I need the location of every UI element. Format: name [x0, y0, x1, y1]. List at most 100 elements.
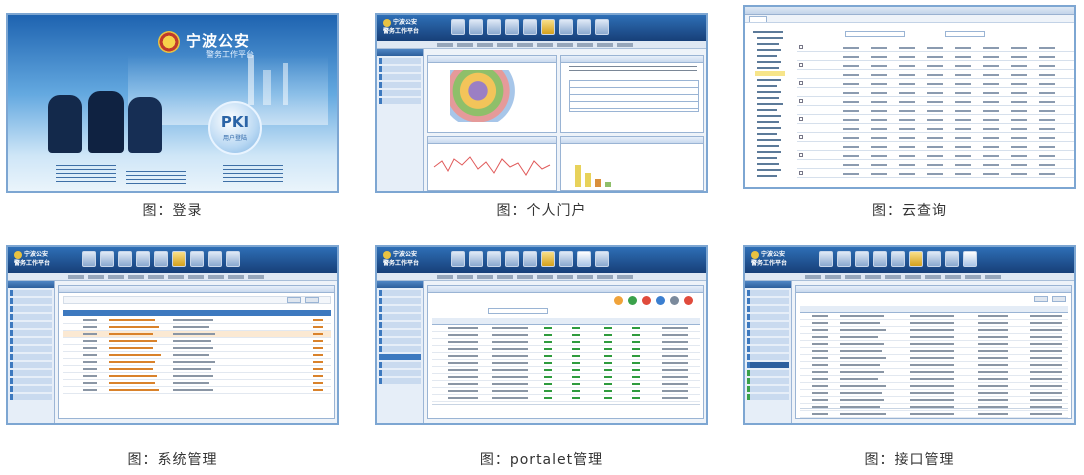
sidebar-item[interactable]: [379, 354, 421, 360]
sidebar-item[interactable]: [747, 330, 789, 336]
checkbox[interactable]: [799, 153, 803, 157]
sidebar-item[interactable]: [379, 98, 421, 104]
sidebar-item[interactable]: [379, 290, 421, 296]
checkbox[interactable]: [799, 99, 803, 103]
table-row[interactable]: [63, 387, 331, 394]
table-row[interactable]: [63, 317, 331, 324]
sidebar-item[interactable]: [379, 58, 421, 64]
toolbar-button[interactable]: [469, 19, 483, 35]
add-button[interactable]: [1052, 296, 1066, 302]
sidebar-item[interactable]: [379, 378, 421, 384]
checkbox[interactable]: [799, 117, 803, 121]
sidebar-item[interactable]: [10, 354, 52, 360]
sidebar-item[interactable]: [747, 298, 789, 304]
sidebar-item[interactable]: [379, 298, 421, 304]
search-button[interactable]: [287, 297, 301, 303]
toolbar-button[interactable]: [595, 251, 609, 267]
toolbar-button[interactable]: [487, 19, 501, 35]
sidebar-item[interactable]: [747, 370, 789, 376]
table-row[interactable]: [800, 376, 1068, 383]
sidebar-item[interactable]: [10, 290, 52, 296]
table-row[interactable]: [800, 383, 1068, 390]
round-action-icon[interactable]: [614, 296, 623, 305]
round-action-icon[interactable]: [670, 296, 679, 305]
round-action-icon[interactable]: [684, 296, 693, 305]
tree-selected-node[interactable]: [755, 71, 785, 76]
search-input[interactable]: [488, 308, 548, 314]
table-row[interactable]: [432, 395, 700, 402]
table-row[interactable]: [63, 373, 331, 380]
sidebar-item[interactable]: [747, 338, 789, 344]
table-row[interactable]: [432, 381, 700, 388]
sidebar-item[interactable]: [747, 386, 789, 392]
sidebar-item[interactable]: [10, 338, 52, 344]
toolbar-button[interactable]: [927, 251, 941, 267]
sidebar-item[interactable]: [379, 338, 421, 344]
toolbar-button[interactable]: [505, 251, 519, 267]
round-action-icon[interactable]: [628, 296, 637, 305]
sidebar-item[interactable]: [747, 306, 789, 312]
checkbox[interactable]: [799, 45, 803, 49]
toolbar-button[interactable]: [559, 251, 573, 267]
toolbar-button[interactable]: [487, 251, 501, 267]
toolbar-button[interactable]: [208, 251, 222, 267]
sidebar-item[interactable]: [10, 378, 52, 384]
table-row[interactable]: [432, 367, 700, 374]
table-row[interactable]: [432, 374, 700, 381]
toolbar-button[interactable]: [136, 251, 150, 267]
table-row[interactable]: [800, 341, 1068, 348]
round-action-icon[interactable]: [642, 296, 651, 305]
table-row[interactable]: [800, 369, 1068, 376]
sidebar-item[interactable]: [10, 306, 52, 312]
table-row[interactable]: [432, 388, 700, 395]
toolbar-button[interactable]: [819, 251, 833, 267]
table-row[interactable]: [800, 348, 1068, 355]
toolbar-button[interactable]: [945, 251, 959, 267]
search-button[interactable]: [1034, 296, 1048, 302]
toolbar-button[interactable]: [226, 251, 240, 267]
sidebar-item[interactable]: [747, 394, 789, 400]
table-row[interactable]: [432, 339, 700, 346]
sidebar-item[interactable]: [10, 298, 52, 304]
sidebar-item[interactable]: [10, 394, 52, 400]
sidebar-item[interactable]: [747, 290, 789, 296]
toolbar-button[interactable]: [523, 251, 537, 267]
toolbar-button[interactable]: [541, 19, 555, 35]
sidebar-item[interactable]: [10, 386, 52, 392]
sidebar-item[interactable]: [379, 74, 421, 80]
toolbar-button[interactable]: [451, 19, 465, 35]
table-row[interactable]: [800, 355, 1068, 362]
query-select[interactable]: [945, 31, 985, 37]
sidebar-item[interactable]: [10, 330, 52, 336]
checkbox[interactable]: [799, 135, 803, 139]
sidebar-item[interactable]: [379, 330, 421, 336]
sidebar-item[interactable]: [747, 322, 789, 328]
toolbar-button[interactable]: [118, 251, 132, 267]
table-row[interactable]: [432, 332, 700, 339]
sidebar-item[interactable]: [379, 306, 421, 312]
toolbar-button[interactable]: [505, 19, 519, 35]
toolbar-button[interactable]: [541, 251, 555, 267]
table-row[interactable]: [63, 359, 331, 366]
checkbox[interactable]: [799, 81, 803, 85]
sidebar-item[interactable]: [379, 362, 421, 368]
tab-active[interactable]: [749, 16, 767, 22]
pki-login-badge[interactable]: PKI 用户登陆: [208, 101, 262, 155]
sidebar-item[interactable]: [747, 378, 789, 384]
reset-button[interactable]: [305, 297, 319, 303]
table-row[interactable]: [800, 320, 1068, 327]
table-row[interactable]: [800, 390, 1068, 397]
sidebar-item[interactable]: [379, 322, 421, 328]
toolbar-button[interactable]: [154, 251, 168, 267]
query-input[interactable]: [845, 31, 905, 37]
table-row[interactable]: [432, 360, 700, 367]
sidebar-item[interactable]: [10, 314, 52, 320]
table-row[interactable]: [432, 346, 700, 353]
round-action-icon[interactable]: [656, 296, 665, 305]
sidebar-item[interactable]: [10, 346, 52, 352]
toolbar-button[interactable]: [190, 251, 204, 267]
table-row[interactable]: [800, 313, 1068, 320]
table-row[interactable]: [800, 334, 1068, 341]
toolbar-button[interactable]: [837, 251, 851, 267]
toolbar-button[interactable]: [577, 19, 591, 35]
